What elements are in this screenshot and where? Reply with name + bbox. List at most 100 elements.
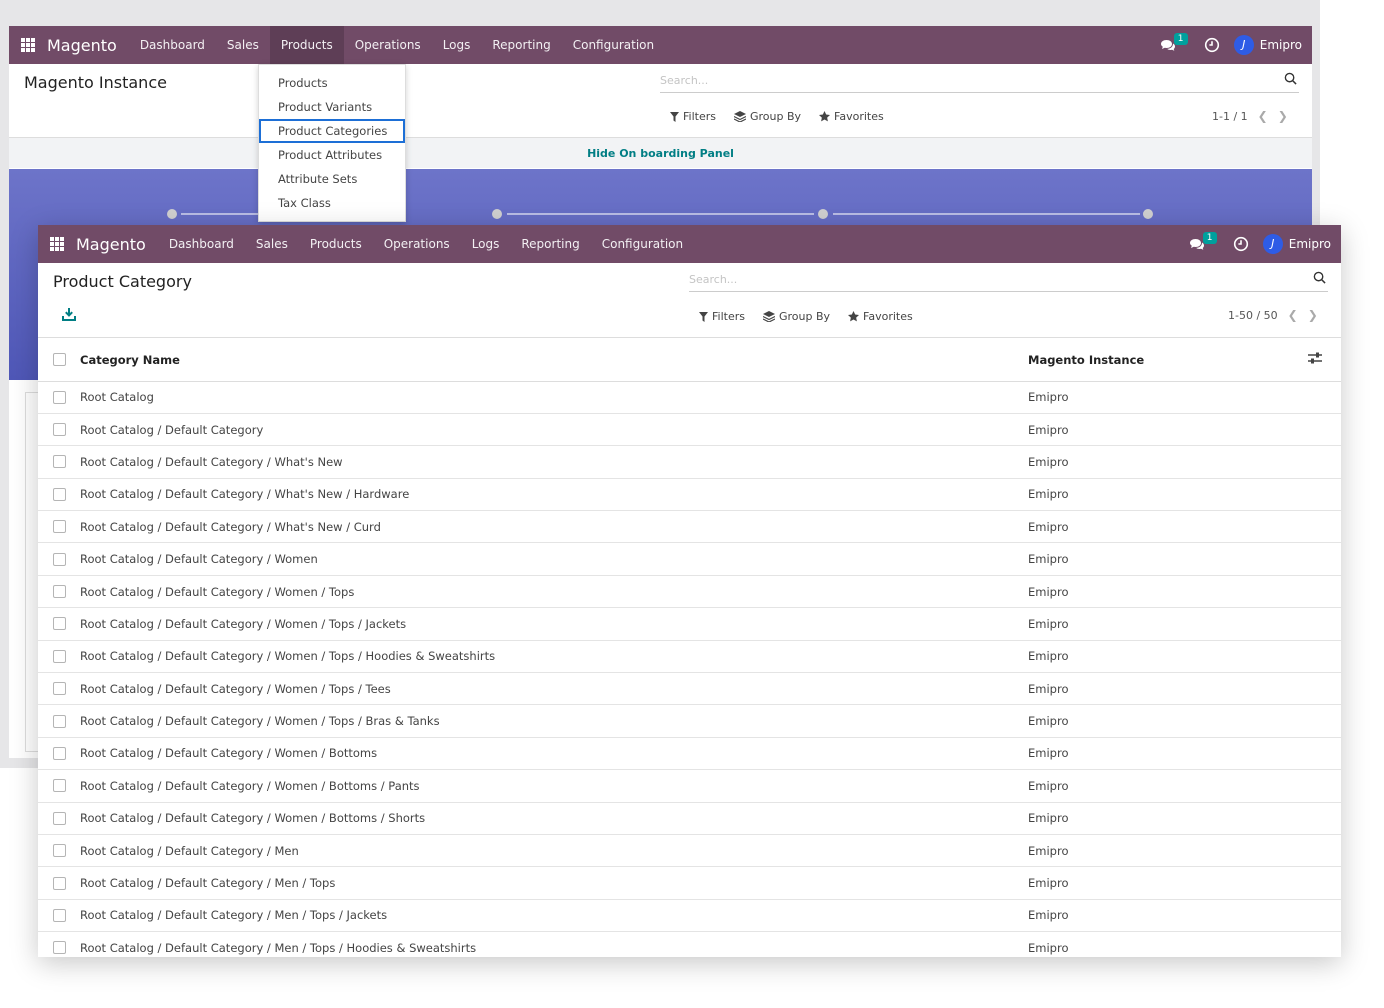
row-checkbox[interactable] xyxy=(53,552,66,566)
app-brand[interactable]: Magento xyxy=(47,36,117,55)
download-icon[interactable] xyxy=(62,307,76,321)
chat-icon[interactable]: 1 xyxy=(1160,33,1190,55)
row-checkbox[interactable] xyxy=(53,779,66,793)
pager-next-icon[interactable]: ❯ xyxy=(1308,308,1318,322)
category-name-cell: Root Catalog / Default Category / Women xyxy=(80,542,1028,576)
select-all-checkbox[interactable] xyxy=(53,353,66,367)
instance-cell: Emipro xyxy=(1028,802,1308,835)
table-row[interactable]: Root Catalog / Default Category / What's… xyxy=(38,478,1341,512)
row-checkbox[interactable] xyxy=(53,844,66,858)
row-checkbox[interactable] xyxy=(53,649,66,663)
nav-reporting[interactable]: Reporting xyxy=(510,225,590,263)
table-row[interactable]: Root Catalog / Default Category / Women … xyxy=(38,802,1341,835)
table-row[interactable]: Root Catalog / Default Category / What's… xyxy=(38,510,1341,544)
favorites-button[interactable]: Favorites xyxy=(819,110,884,123)
column-header-magento-instance[interactable]: Magento Instance xyxy=(1028,339,1308,382)
row-checkbox[interactable] xyxy=(53,520,66,534)
nav-products[interactable]: Products xyxy=(269,26,344,64)
table-row[interactable]: Root Catalog / Default Category / Men / … xyxy=(38,866,1341,900)
table-row[interactable]: Root Catalog / Default Category / Women … xyxy=(38,769,1341,803)
row-checkbox[interactable] xyxy=(53,617,66,631)
table-row[interactable]: Root Catalog / Default Category / Women … xyxy=(38,737,1341,771)
menu-item-product-variants[interactable]: Product Variants xyxy=(259,95,405,119)
row-checkbox[interactable] xyxy=(53,746,66,760)
nav-configuration[interactable]: Configuration xyxy=(591,225,694,263)
row-checkbox[interactable] xyxy=(53,390,66,404)
row-checkbox[interactable] xyxy=(53,682,66,696)
row-checkbox[interactable] xyxy=(53,811,66,825)
menu-item-products[interactable]: Products xyxy=(259,71,405,95)
nav-dashboard[interactable]: Dashboard xyxy=(158,225,245,263)
onboarding-step-dot[interactable] xyxy=(818,209,828,219)
menu-item-attribute-sets[interactable]: Attribute Sets xyxy=(259,167,405,191)
table-row[interactable]: Root Catalog Emipro xyxy=(38,381,1341,414)
nav-products[interactable]: Products xyxy=(299,225,373,263)
user-name[interactable]: Emipro xyxy=(1289,237,1331,251)
table-row[interactable]: Root Catalog / Default Category Emipro xyxy=(38,413,1341,447)
menu-item-tax-class[interactable]: Tax Class xyxy=(259,191,405,215)
sliders-icon[interactable] xyxy=(1308,352,1322,364)
nav-operations[interactable]: Operations xyxy=(373,225,461,263)
onboarding-step-dot[interactable] xyxy=(492,209,502,219)
column-header-category-name[interactable]: Category Name xyxy=(80,339,1028,382)
table-row[interactable]: Root Catalog / Default Category / Women … xyxy=(38,575,1341,609)
nav-configuration[interactable]: Configuration xyxy=(562,26,665,64)
nav-logs[interactable]: Logs xyxy=(461,225,511,263)
table-row[interactable]: Root Catalog / Default Category / Men / … xyxy=(38,899,1341,933)
menu-item-product-attributes[interactable]: Product Attributes xyxy=(259,143,405,167)
nav-reporting[interactable]: Reporting xyxy=(481,26,561,64)
search-icon[interactable] xyxy=(1284,72,1297,85)
apps-grid-icon[interactable] xyxy=(21,38,35,52)
pager-next-icon[interactable]: ❯ xyxy=(1278,109,1288,123)
onboarding-step-dot[interactable] xyxy=(167,209,177,219)
chat-icon[interactable]: 1 xyxy=(1189,232,1219,254)
row-checkbox[interactable] xyxy=(53,714,66,728)
group-by-button[interactable]: Group By xyxy=(762,310,830,323)
table-row[interactable]: Root Catalog / Default Category / Women … xyxy=(38,704,1341,738)
user-avatar[interactable]: J xyxy=(1233,35,1254,55)
pager-value[interactable]: 1-1 / 1 xyxy=(1212,110,1248,123)
user-avatar[interactable]: J xyxy=(1262,234,1283,254)
hide-onboarding-link[interactable]: Hide On boarding Panel xyxy=(587,147,734,160)
apps-grid-icon[interactable] xyxy=(50,237,64,251)
user-name[interactable]: Emipro xyxy=(1260,38,1302,52)
clock-icon[interactable] xyxy=(1204,37,1220,53)
search-icon[interactable] xyxy=(1313,271,1326,284)
table-row[interactable]: Root Catalog / Default Category / Women … xyxy=(38,607,1341,641)
group-by-button[interactable]: Group By xyxy=(733,110,802,123)
nav-sales[interactable]: Sales xyxy=(216,26,270,64)
onboarding-step-dot[interactable] xyxy=(1143,209,1153,219)
nav-dashboard[interactable]: Dashboard xyxy=(129,26,216,64)
category-name-cell: Root Catalog / Default Category / What's… xyxy=(80,510,1028,544)
filters-button[interactable]: Filters xyxy=(699,310,745,323)
nav-operations[interactable]: Operations xyxy=(344,26,432,64)
menu-item-product-categories[interactable]: Product Categories xyxy=(259,119,405,143)
row-checkbox[interactable] xyxy=(53,585,66,599)
search-input[interactable] xyxy=(660,69,1299,92)
row-checkbox[interactable] xyxy=(53,876,66,890)
row-checkbox[interactable] xyxy=(53,487,66,501)
filters-button[interactable]: Filters xyxy=(670,110,716,123)
row-checkbox[interactable] xyxy=(53,423,66,437)
app-brand[interactable]: Magento xyxy=(76,235,146,254)
row-checkbox[interactable] xyxy=(53,908,66,922)
table-row[interactable]: Root Catalog / Default Category / Men Emi… xyxy=(38,834,1341,868)
clock-icon[interactable] xyxy=(1233,236,1249,252)
table-row[interactable]: Root Catalog / Default Category / Women … xyxy=(38,672,1341,706)
instance-cell: Emipro xyxy=(1028,478,1308,512)
nav-logs[interactable]: Logs xyxy=(432,26,482,64)
instance-cell: Emipro xyxy=(1028,607,1308,641)
pager-prev-icon[interactable]: ❮ xyxy=(1258,109,1268,123)
group-by-label: Group By xyxy=(749,110,802,123)
favorites-button[interactable]: Favorites xyxy=(848,310,913,323)
nav-sales[interactable]: Sales xyxy=(245,225,299,263)
table-row[interactable]: Root Catalog / Default Category / Women E… xyxy=(38,542,1341,576)
table-row[interactable]: Root Catalog / Default Category / What's… xyxy=(38,445,1341,479)
row-checkbox[interactable] xyxy=(53,455,66,469)
table-row[interactable]: Root Catalog / Default Category / Men / … xyxy=(38,931,1341,957)
table-row[interactable]: Root Catalog / Default Category / Women … xyxy=(38,640,1341,674)
pager-prev-icon[interactable]: ❮ xyxy=(1288,308,1298,322)
row-checkbox[interactable] xyxy=(53,941,66,955)
pager-value[interactable]: 1-50 / 50 xyxy=(1228,309,1278,322)
search-input[interactable] xyxy=(689,268,1328,291)
